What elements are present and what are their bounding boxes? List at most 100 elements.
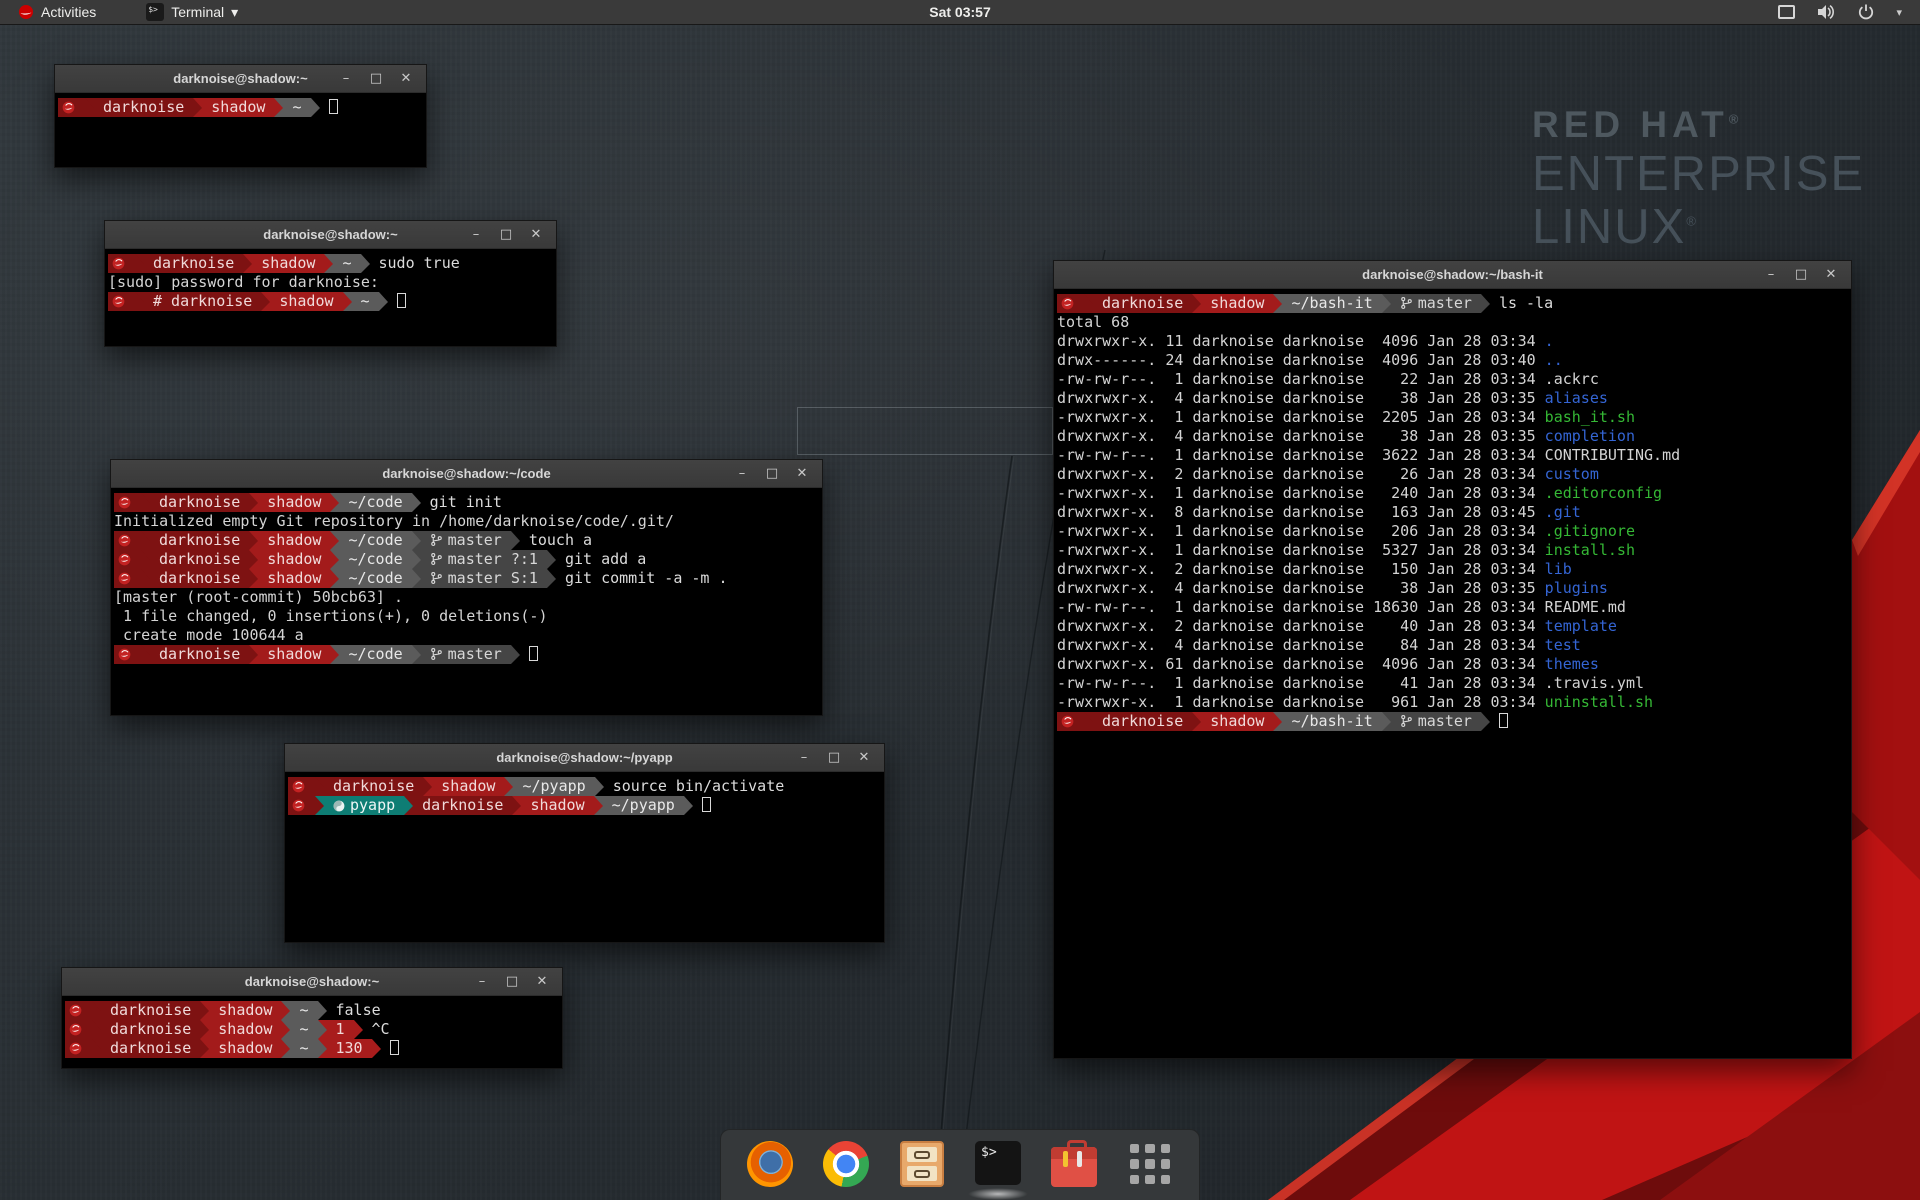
powerline-arrow-icon	[504, 777, 513, 796]
prompt-segment-user: darknoise	[150, 645, 249, 664]
chrome-icon	[823, 1141, 869, 1187]
prompt-segment-logo	[65, 1039, 92, 1058]
toolbox-lid	[1051, 1147, 1097, 1159]
terminal-line: darknoiseshadow~/codemaster S:1git commi…	[114, 569, 819, 588]
terminal-content[interactable]: darknoiseshadow~/codegit initInitialized…	[111, 488, 822, 669]
prompt-segment-branch: master ?:1	[421, 550, 547, 569]
window-titlebar[interactable]: darknoise@shadow:~–□✕	[105, 221, 556, 249]
redhat-swirl-icon	[112, 295, 125, 308]
prompt-segment-path: ~/bash-it	[1282, 294, 1381, 313]
dock-chrome-button[interactable]	[823, 1141, 869, 1187]
minimize-button[interactable]: –	[1761, 267, 1781, 282]
redhat-swirl-icon	[62, 101, 75, 114]
powerline-arrow-icon	[315, 796, 324, 815]
prompt-segment-user: darknoise	[150, 531, 249, 550]
toolbox-tool	[1063, 1151, 1068, 1167]
prompt-segment-logo	[108, 292, 135, 311]
maximize-button[interactable]: □	[496, 227, 516, 242]
powerline-arrow-icon	[200, 1039, 209, 1058]
git-branch-icon	[1400, 296, 1413, 310]
terminal-line: drwx------. 24 darknoise darknoise 4096 …	[1057, 351, 1848, 370]
dock-terminal-button[interactable]: $>	[975, 1141, 1021, 1187]
terminal-content[interactable]: darknoiseshadow~falsedarknoiseshadow~1^C…	[62, 996, 562, 1063]
ls-row-filename: .ackrc	[1545, 370, 1599, 388]
clock-label[interactable]: Sat 03:57	[929, 4, 990, 20]
window-controls: –□ ✕	[472, 974, 562, 989]
close-button[interactable]: ✕	[396, 71, 416, 86]
ls-row-filename: completion	[1545, 427, 1635, 445]
git-branch-icon	[1400, 714, 1413, 728]
window-titlebar[interactable]: darknoise@shadow:~/code–□✕	[111, 460, 822, 488]
maximize-button[interactable]: □	[762, 466, 782, 481]
maximize-button[interactable]: □	[366, 71, 386, 86]
ls-row-filename: bash_it.sh	[1545, 408, 1635, 426]
powerline-arrow-icon	[318, 1020, 327, 1039]
maximize-button[interactable]: □	[502, 974, 522, 989]
window-titlebar[interactable]: darknoise@shadow:~–□✕	[62, 968, 562, 996]
maximize-button[interactable]: □	[824, 750, 844, 765]
dock-app-grid-button[interactable]	[1127, 1141, 1173, 1187]
prompt-segment-user: darknoise	[150, 569, 249, 588]
powerline-arrow-icon	[547, 569, 556, 588]
terminal-content[interactable]: darknoiseshadow~/pyappsource bin/activat…	[285, 772, 884, 820]
output-text: [master (root-commit) 50bcb63] .	[114, 588, 403, 606]
window-titlebar[interactable]: darknoise@shadow:~/bash-it–□✕	[1054, 261, 1851, 289]
ls-row-meta: drwx------. 24 darknoise darknoise 4096 …	[1057, 351, 1545, 369]
minimize-button[interactable]: –	[466, 227, 486, 242]
minimize-button[interactable]: –	[732, 466, 752, 481]
redhat-swirl-icon	[118, 648, 131, 661]
terminal-line: drwxrwxr-x. 2 darknoise darknoise 150 Ja…	[1057, 560, 1848, 579]
window-titlebar[interactable]: darknoise@shadow:~/pyapp–□✕	[285, 744, 884, 772]
prompt-segment-host: shadow	[209, 1020, 281, 1039]
app-grid-dot	[1130, 1159, 1139, 1168]
prompt-segment-host: shadow	[258, 645, 330, 664]
dock-files-button[interactable]	[899, 1141, 945, 1187]
prompt-segment-logo	[114, 493, 141, 512]
minimize-button[interactable]: –	[794, 750, 814, 765]
redhat-swirl-icon	[118, 534, 131, 547]
dock-firefox-button[interactable]	[747, 1141, 793, 1187]
terminal-content[interactable]: darknoiseshadow~sudo true[sudo] password…	[105, 249, 556, 316]
minimize-button[interactable]: –	[336, 71, 356, 86]
powerline-arrow-icon	[372, 1039, 381, 1058]
prompt-segment-logo	[65, 1020, 92, 1039]
close-button[interactable]: ✕	[854, 750, 874, 765]
terminal-line: -rwxrwxr-x. 1 darknoise darknoise 961 Ja…	[1057, 693, 1848, 712]
activities-button[interactable]: Activities	[10, 2, 104, 22]
prompt-segment-user: darknoise	[94, 98, 193, 117]
terminal-content[interactable]: darknoiseshadow~	[55, 93, 426, 122]
git-branch-icon	[430, 571, 443, 585]
close-button[interactable]: ✕	[792, 466, 812, 481]
window-controls: –□ ✕	[1761, 267, 1851, 282]
terminal-window-code: darknoise@shadow:~/code–□✕darknoiseshado…	[110, 459, 823, 716]
running-indicator	[968, 1188, 1028, 1200]
terminal-window-home-small: darknoise@shadow:~–□✕darknoiseshadow~	[54, 64, 427, 168]
powerline-arrow-icon	[1382, 712, 1391, 731]
close-button[interactable]: ✕	[1821, 267, 1841, 282]
window-titlebar[interactable]: darknoise@shadow:~–□✕	[55, 65, 426, 93]
dock-toolbox-button[interactable]	[1051, 1141, 1097, 1187]
prompt-segment-host: shadow	[270, 292, 342, 311]
terminal-line: drwxrwxr-x. 2 darknoise darknoise 40 Jan…	[1057, 617, 1848, 636]
ls-row-filename: plugins	[1545, 579, 1608, 597]
system-status-area[interactable]: ▾	[1778, 4, 1920, 20]
terminal-window-sudo: darknoise@shadow:~–□✕darknoiseshadow~sud…	[104, 220, 557, 347]
ls-row-filename: themes	[1545, 655, 1599, 673]
app-grid-icon	[1130, 1144, 1170, 1184]
top-bar: Activities $> Terminal ▾ Sat 03:57 ▾	[0, 0, 1920, 25]
powerline-arrow-icon	[330, 550, 339, 569]
close-button[interactable]: ✕	[526, 227, 546, 242]
app-menu-terminal[interactable]: $> Terminal ▾	[138, 1, 246, 23]
powerline-arrow-icon	[281, 1039, 290, 1058]
maximize-button[interactable]: □	[1791, 267, 1811, 282]
prompt-segment-path: ~/code	[339, 569, 411, 588]
powerline-arrow-icon	[511, 645, 520, 664]
powerline-arrow-icon	[261, 292, 270, 311]
powerline-arrow-icon	[135, 254, 144, 273]
ls-row-filename: CONTRIBUTING.md	[1545, 446, 1680, 464]
powerline-arrow-icon	[249, 645, 258, 664]
ls-row-meta: -rw-rw-r--. 1 darknoise darknoise 18630 …	[1057, 598, 1545, 616]
close-button[interactable]: ✕	[532, 974, 552, 989]
minimize-button[interactable]: –	[472, 974, 492, 989]
terminal-content[interactable]: darknoiseshadow~/bash-itmasterls -latota…	[1054, 289, 1851, 736]
